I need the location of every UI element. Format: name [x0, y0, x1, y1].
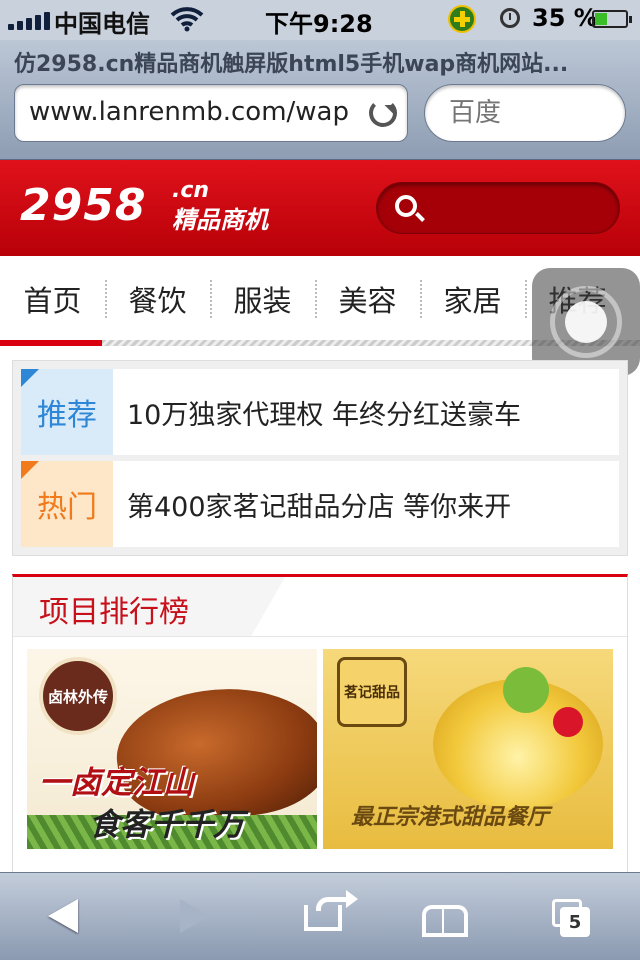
- page-title: 仿2958.cn精品商机触屏版html5手机wap商机网站...: [14, 52, 569, 77]
- tab-count: 5: [560, 907, 590, 937]
- logo-number: 2958: [20, 180, 147, 231]
- url-text[interactable]: www.lanrenmb.com/wap: [29, 97, 365, 127]
- browser-toolbar: 仿2958.cn精品商机触屏版html5手机wap商机网站... www.lan…: [0, 40, 640, 160]
- back-arrow-icon[interactable]: [36, 887, 100, 947]
- alarm-icon: [500, 8, 520, 28]
- nav-item-home[interactable]: 首页: [0, 256, 105, 342]
- banner-slogan-line1: 一卤定江山: [39, 765, 194, 801]
- ranking-title: 项目排行榜: [39, 595, 189, 630]
- status-bar: 中国电信 下午9:28 35 %: [0, 0, 640, 40]
- browser-search-input[interactable]: [449, 98, 609, 128]
- signal-strength-icon: [8, 10, 50, 30]
- nav-item-catering[interactable]: 餐饮: [105, 256, 210, 342]
- clock: 下午9:28: [265, 10, 373, 38]
- nav-item-home-furnishing[interactable]: 家居: [420, 256, 525, 342]
- fruit-decoration-image: [503, 667, 549, 713]
- nav-item-clothing[interactable]: 服装: [210, 256, 315, 342]
- security-app-icon: [448, 5, 476, 33]
- browser-bottom-toolbar: 5: [0, 872, 640, 960]
- site-search-button[interactable]: [376, 182, 620, 234]
- site-header: 2958 .cn 精品商机: [0, 160, 640, 256]
- notice-text[interactable]: 10万独家代理权 年终分红送豪车: [127, 393, 521, 432]
- site-logo[interactable]: 2958 .cn 精品商机: [20, 178, 268, 234]
- banner-slogan-line2: 食客千千万: [89, 807, 244, 843]
- cherry-decoration-image: [553, 707, 583, 737]
- address-bar[interactable]: www.lanrenmb.com/wap: [14, 84, 408, 142]
- notice-tag-recommend: 推荐: [21, 369, 113, 455]
- carrier-label: 中国电信: [54, 10, 150, 38]
- browser-search-field[interactable]: [424, 84, 626, 142]
- nav-item-beauty[interactable]: 美容: [315, 256, 420, 342]
- project-ranking-section: 项目排行榜 卤林外传 一卤定江山 食客千千万 茗记甜品 最正宗港式甜品餐厅: [12, 574, 628, 874]
- nav-active-indicator: [0, 340, 102, 346]
- assistive-touch-ring-icon: [550, 286, 622, 358]
- reload-icon[interactable]: [369, 99, 397, 127]
- battery-icon: [592, 10, 632, 28]
- brand-badge-mingji: 茗记甜品: [337, 657, 407, 727]
- notice-list: 推荐 10万独家代理权 年终分红送豪车 热门 第400家茗记甜品分店 等你来开: [12, 360, 628, 556]
- search-icon: [395, 195, 417, 217]
- notice-item[interactable]: 热门 第400家茗记甜品分店 等你来开: [21, 461, 619, 547]
- project-banner-dessert[interactable]: 茗记甜品 最正宗港式甜品餐厅: [323, 649, 613, 849]
- ranking-header: 项目排行榜: [13, 577, 627, 637]
- project-banner-luwei[interactable]: 卤林外传 一卤定江山 食客千千万: [27, 649, 317, 849]
- forward-arrow-icon[interactable]: [160, 887, 224, 947]
- tabs-icon[interactable]: 5: [540, 887, 604, 947]
- logo-tagline: 精品商机: [172, 206, 268, 234]
- brand-badge-luwei: 卤林外传: [39, 657, 117, 735]
- battery-percent: 35 %: [532, 4, 598, 32]
- wifi-icon: [170, 6, 204, 38]
- notice-text[interactable]: 第400家茗记甜品分店 等你来开: [127, 485, 511, 524]
- bookmarks-icon[interactable]: [412, 887, 476, 947]
- share-icon[interactable]: [294, 887, 358, 947]
- banner-slogan: 最正宗港式甜品餐厅: [351, 805, 550, 830]
- notice-item[interactable]: 推荐 10万独家代理权 年终分红送豪车: [21, 369, 619, 455]
- notice-tag-hot: 热门: [21, 461, 113, 547]
